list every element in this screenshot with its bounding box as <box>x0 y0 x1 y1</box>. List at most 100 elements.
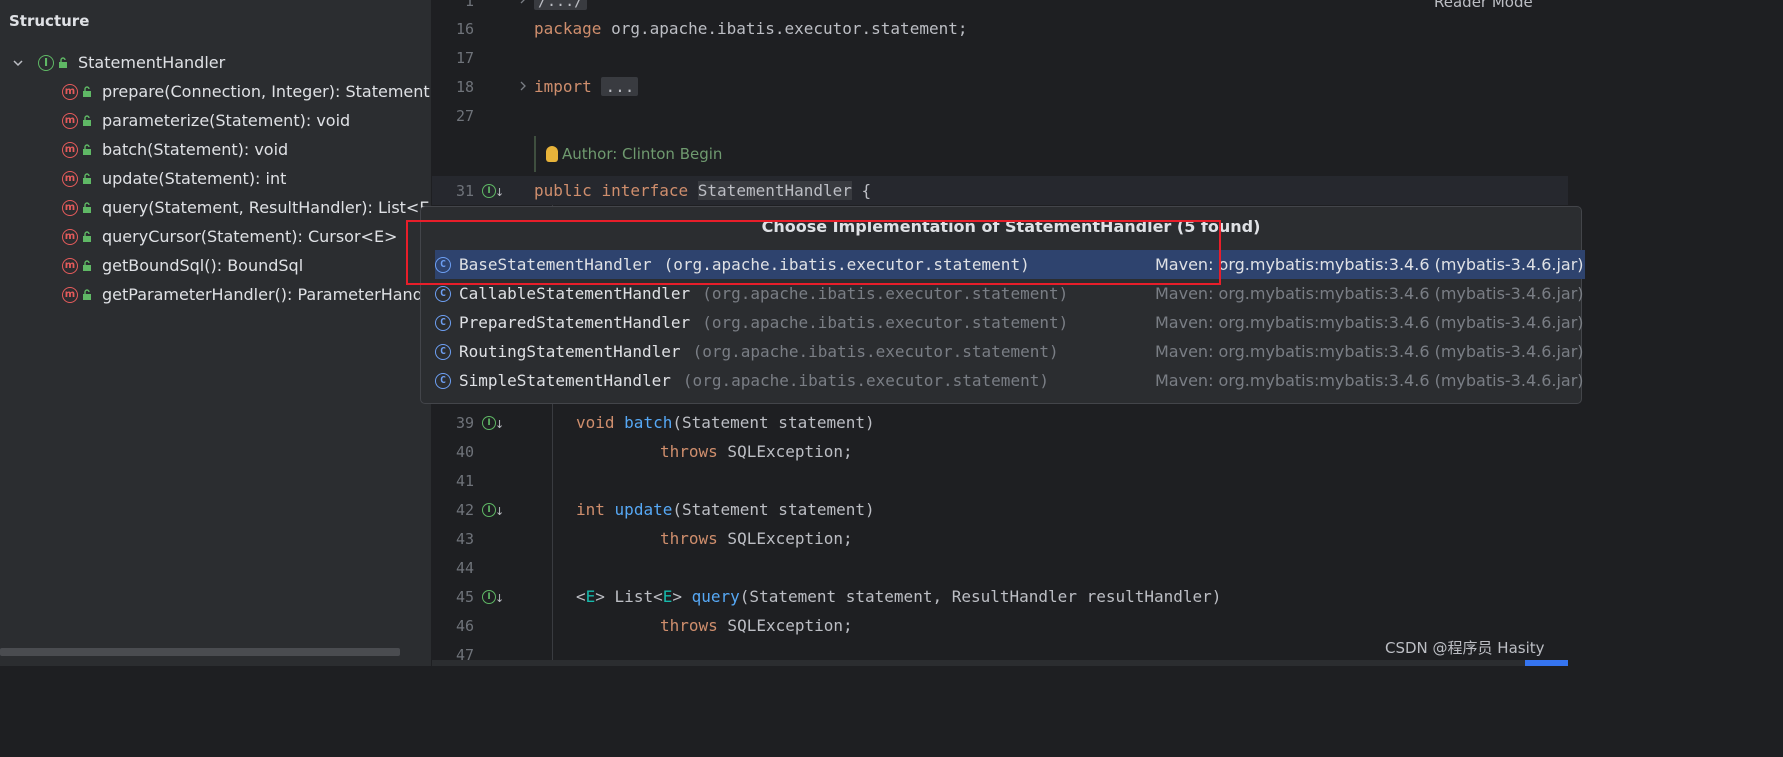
implemented-interface-icon[interactable]: I <box>482 184 496 198</box>
lock-open-icon <box>83 202 91 213</box>
line-number: 39 <box>455 414 474 432</box>
author-doc-comment: Author: Clinton Begin <box>534 136 722 172</box>
method-icon: m <box>62 286 78 303</box>
line-number: 16 <box>455 20 474 38</box>
lock-open-icon <box>83 260 91 271</box>
implementation-name: SimpleStatementHandler <box>459 371 671 390</box>
interface-icon: I <box>38 54 54 71</box>
author-text: Author: Clinton Begin <box>562 145 723 163</box>
method-icon: m <box>62 170 78 187</box>
tree-item-label: getBoundSql(): BoundSql <box>102 256 304 275</box>
tree-item-label: batch(Statement): void <box>102 140 289 159</box>
method-icon: m <box>62 83 78 100</box>
lock-open-icon <box>83 173 91 184</box>
import-fold[interactable]: ... <box>601 77 639 96</box>
method-icon: m <box>62 112 78 129</box>
structure-title: Structure <box>9 12 90 30</box>
folded-header[interactable]: /.../ <box>534 0 588 10</box>
line-number: 43 <box>455 530 474 548</box>
tree-item-method[interactable]: m getBoundSql(): BoundSql <box>62 251 303 280</box>
line-number: 27 <box>455 107 474 125</box>
lock-open-icon <box>83 144 91 155</box>
tree-item-method[interactable]: m getParameterHandler(): ParameterHandle… <box>62 280 432 309</box>
chevron-down-icon[interactable] <box>12 57 24 69</box>
line-number: 44 <box>455 559 474 577</box>
tree-item-method[interactable]: m parameterize(Statement): void <box>62 106 350 135</box>
lock-open-icon <box>59 57 67 68</box>
line-number: 18 <box>455 78 474 96</box>
implementation-library: Maven: org.mybatis:mybatis:3.4.6 (mybati… <box>1155 284 1584 303</box>
tree-item-label: queryCursor(Statement): Cursor<E> <box>102 227 398 246</box>
watermark: CSDN @程序员 Hasity <box>1385 639 1545 657</box>
implementation-item[interactable]: C PreparedStatementHandler (org.apache.i… <box>435 308 1585 337</box>
tree-item-label: update(Statement): int <box>102 169 287 188</box>
class-icon: C <box>435 314 451 331</box>
structure-panel: Structure I StatementHandler m prepare(C… <box>0 0 432 666</box>
method-icon: m <box>62 141 78 158</box>
code-line-interface: public interface StatementHandler { <box>534 181 872 200</box>
code-line-package: package org.apache.ibatis.executor.state… <box>534 19 968 38</box>
horizontal-scrollbar[interactable] <box>0 648 400 656</box>
implementation-item[interactable]: C RoutingStatementHandler (org.apache.ib… <box>435 337 1585 366</box>
indent-guide <box>552 436 553 465</box>
implementation-package: (org.apache.ibatis.executor.statement) <box>692 342 1059 361</box>
line-number: 41 <box>455 472 474 490</box>
implementation-library: Maven: org.mybatis:mybatis:3.4.6 (mybati… <box>1155 313 1584 332</box>
lock-open-icon <box>83 86 91 97</box>
lock-open-icon <box>83 231 91 242</box>
tree-item-label: getParameterHandler(): ParameterHandler <box>102 285 432 304</box>
chevron-right-icon[interactable] <box>518 81 528 91</box>
implementation-item[interactable]: C SimpleStatementHandler (org.apache.iba… <box>435 366 1585 395</box>
arrow-down-icon: ↓ <box>495 186 505 199</box>
tree-root-statementhandler[interactable]: I StatementHandler <box>12 48 225 77</box>
implementation-library: Maven: org.mybatis:mybatis:3.4.6 (mybati… <box>1155 342 1584 361</box>
line-number: 40 <box>455 443 474 461</box>
tree-item-label: prepare(Connection, Integer): Statement <box>102 82 430 101</box>
method-icon: m <box>62 199 78 216</box>
implemented-method-icon[interactable]: I <box>482 503 496 517</box>
tree-item-label: query(Statement, ResultHandler): List<E> <box>102 198 432 217</box>
lock-open-icon <box>83 289 91 300</box>
implementation-package: (org.apache.ibatis.executor.statement) <box>702 284 1069 303</box>
line-number: 31 <box>455 182 474 200</box>
line-number: 46 <box>455 617 474 635</box>
reader-mode-button[interactable]: Reader Mode <box>1434 0 1533 11</box>
implementation-name: PreparedStatementHandler <box>459 313 691 332</box>
code-line-throws: throws SQLException; <box>660 442 853 461</box>
arrow-down-icon: ↓ <box>495 418 505 431</box>
implementation-package: (org.apache.ibatis.executor.statement) <box>702 313 1069 332</box>
line-number: 1 <box>464 0 474 10</box>
arrow-down-icon: ↓ <box>495 505 505 518</box>
class-icon: C <box>435 285 451 302</box>
method-icon: m <box>62 228 78 245</box>
implementation-name: RoutingStatementHandler <box>459 342 681 361</box>
class-icon: C <box>435 343 451 360</box>
implementation-name: CallableStatementHandler <box>459 284 691 303</box>
class-icon: C <box>435 372 451 389</box>
lock-open-icon <box>83 115 91 126</box>
method-icon: m <box>62 257 78 274</box>
tree-item-method[interactable]: m query(Statement, ResultHandler): List<… <box>62 193 432 222</box>
implemented-method-icon[interactable]: I <box>482 590 496 604</box>
code-line-batch: void batch(Statement statement) <box>576 413 875 432</box>
annotation-highlight-box <box>406 220 1221 285</box>
line-number: 45 <box>455 588 474 606</box>
code-line-throws: throws SQLException; <box>660 529 853 548</box>
code-line-import: import ... <box>534 77 639 96</box>
implemented-method-icon[interactable]: I <box>482 416 496 430</box>
tree-item-method[interactable]: m queryCursor(Statement): Cursor<E> <box>62 222 397 251</box>
line-number: 17 <box>455 49 474 67</box>
tree-item-label: parameterize(Statement): void <box>102 111 351 130</box>
tree-root-label: StatementHandler <box>78 53 226 72</box>
editor-bottom-bar <box>432 660 1568 666</box>
implementation-package: (org.apache.ibatis.executor.statement) <box>682 371 1049 390</box>
tree-item-method[interactable]: m batch(Statement): void <box>62 135 288 164</box>
lightbulb-icon[interactable] <box>546 146 558 162</box>
code-line-throws: throws SQLException; <box>660 616 853 635</box>
tree-item-method[interactable]: m prepare(Connection, Integer): Statemen… <box>62 77 430 106</box>
tree-item-method[interactable]: m update(Statement): int <box>62 164 286 193</box>
status-indicator <box>1525 660 1568 666</box>
implementation-library: Maven: org.mybatis:mybatis:3.4.6 (mybati… <box>1155 371 1584 390</box>
chevron-right-icon[interactable] <box>518 0 528 4</box>
code-line-update: int update(Statement statement) <box>576 500 875 519</box>
